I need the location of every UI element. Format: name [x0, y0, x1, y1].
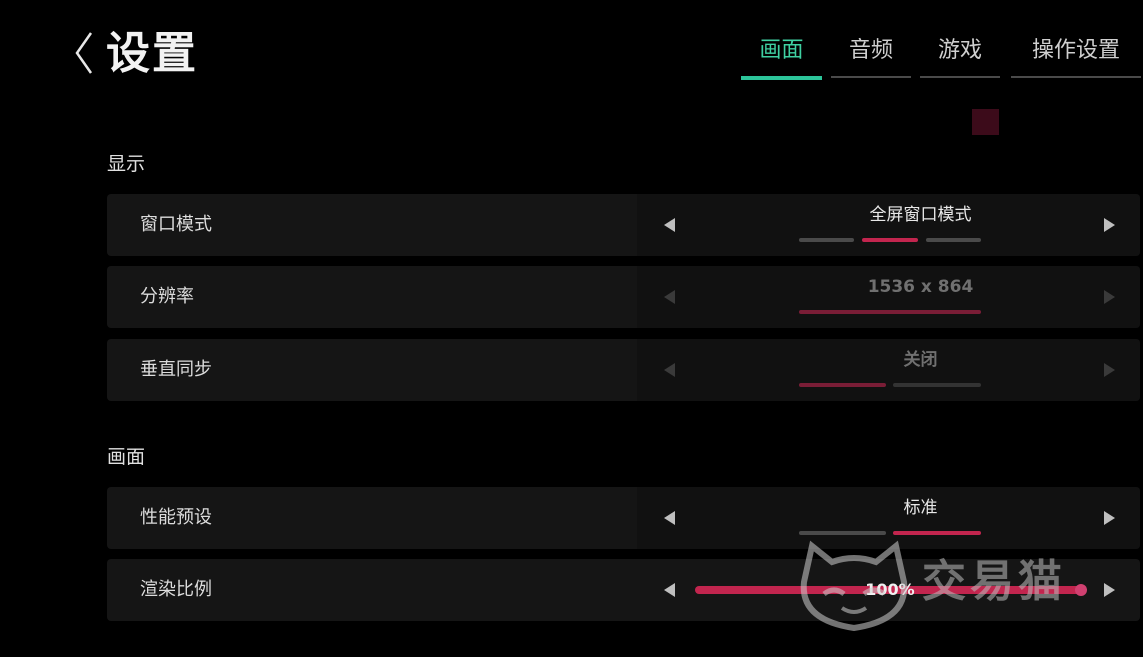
setting-row-window-mode: 窗口模式 全屏窗口模式 [107, 194, 1140, 256]
prev-option-button[interactable] [660, 287, 680, 307]
setting-label: 性能预设 [140, 507, 212, 528]
option-indicator [799, 238, 854, 242]
triangle-left-icon [664, 290, 675, 304]
tab-game[interactable]: 游戏 [920, 30, 1000, 78]
page-title: 设置 [106, 28, 198, 79]
slider-value: 100% [865, 580, 915, 599]
option-value: 标准 [903, 498, 938, 518]
option-selector: 全屏窗口模式 [637, 194, 1140, 256]
next-option-button[interactable] [1099, 508, 1119, 528]
option-selector: 关闭 [637, 339, 1140, 401]
tab-graphics[interactable]: 画面 [741, 30, 822, 80]
setting-row-render-scale: 渲染比例 100% [107, 559, 1140, 621]
triangle-right-icon [1104, 363, 1115, 377]
slider-handle[interactable] [1075, 584, 1087, 596]
option-indicator-selected [893, 531, 981, 535]
setting-label: 窗口模式 [140, 214, 212, 235]
prev-option-button[interactable] [660, 508, 680, 528]
option-value: 关闭 [903, 350, 938, 370]
triangle-left-icon [664, 218, 675, 232]
next-option-button[interactable] [1099, 360, 1119, 380]
option-indicator-selected [799, 310, 981, 314]
option-indicator [799, 531, 886, 535]
triangle-left-icon [664, 363, 675, 377]
triangle-right-icon [1104, 218, 1115, 232]
option-indicator-selected [799, 383, 886, 387]
setting-label: 垂直同步 [140, 359, 212, 380]
header: 设置 画面 音频 游戏 操作设置 [0, 0, 1143, 110]
option-indicator [893, 383, 981, 387]
increase-button[interactable] [1099, 580, 1119, 600]
tab-controls[interactable]: 操作设置 [1011, 30, 1141, 78]
option-selector: 1536 x 864 [637, 266, 1140, 328]
section-title-graphics: 画面 [107, 446, 146, 468]
triangle-left-icon [664, 583, 675, 597]
tab-audio[interactable]: 音频 [831, 30, 911, 78]
triangle-right-icon [1104, 511, 1115, 525]
setting-label: 渲染比例 [140, 579, 212, 600]
prev-option-button[interactable] [660, 360, 680, 380]
option-indicator [926, 238, 981, 242]
prev-option-button[interactable] [660, 215, 680, 235]
triangle-right-icon [1104, 583, 1115, 597]
decrease-button[interactable] [660, 580, 680, 600]
chevron-left-icon [75, 32, 93, 74]
next-option-button[interactable] [1099, 215, 1119, 235]
record-indicator-icon [972, 109, 999, 135]
triangle-left-icon [664, 511, 675, 525]
option-value: 全屏窗口模式 [869, 205, 972, 225]
option-selector: 标准 [637, 487, 1140, 549]
option-indicator-selected [862, 238, 918, 242]
setting-row-performance-preset: 性能预设 标准 [107, 487, 1140, 549]
setting-row-vsync: 垂直同步 关闭 [107, 339, 1140, 401]
setting-row-resolution: 分辨率 1536 x 864 [107, 266, 1140, 328]
next-option-button[interactable] [1099, 287, 1119, 307]
triangle-right-icon [1104, 290, 1115, 304]
back-button[interactable] [66, 26, 102, 80]
setting-label: 分辨率 [140, 286, 194, 307]
section-title-display: 显示 [107, 153, 146, 175]
option-value: 1536 x 864 [867, 277, 974, 297]
